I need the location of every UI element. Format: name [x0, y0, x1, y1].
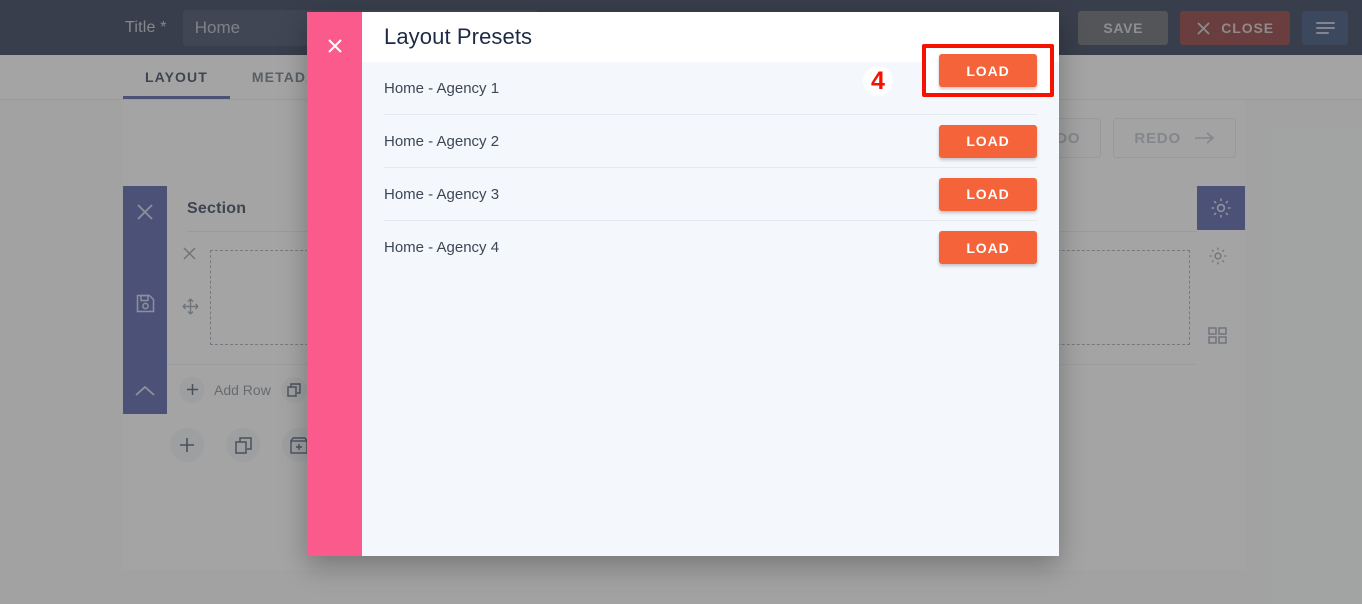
preset-list: Home - Agency 1 LOAD 4 Home - Agency 2 L…	[362, 44, 1059, 556]
annotation-step-number: 4	[863, 66, 893, 96]
preset-row: Home - Agency 4 LOAD	[384, 221, 1037, 274]
modal-title: Layout Presets	[384, 24, 533, 49]
preset-name: Home - Agency 2	[384, 132, 500, 150]
preset-row: Home - Agency 2 LOAD	[384, 115, 1037, 168]
modal-body: Layout Presets Home - Agency 1 LOAD 4 Ho…	[362, 12, 1059, 556]
preset-row: Home - Agency 1 LOAD 4	[384, 44, 1054, 115]
layout-presets-modal: Layout Presets Home - Agency 1 LOAD 4 Ho…	[307, 12, 1059, 556]
load-button[interactable]: LOAD	[939, 124, 1037, 158]
load-button[interactable]: LOAD	[939, 54, 1037, 87]
load-button[interactable]: LOAD	[939, 177, 1037, 211]
load-button[interactable]: LOAD	[939, 231, 1037, 264]
annotation-highlight: LOAD	[922, 44, 1054, 97]
close-icon	[327, 39, 342, 53]
preset-name: Home - Agency 1	[384, 79, 500, 97]
preset-name: Home - Agency 4	[384, 239, 500, 256]
preset-name: Home - Agency 3	[384, 185, 500, 203]
modal-side-panel	[307, 12, 362, 556]
modal-close-button[interactable]	[307, 24, 362, 68]
preset-row: Home - Agency 3 LOAD	[384, 168, 1037, 221]
